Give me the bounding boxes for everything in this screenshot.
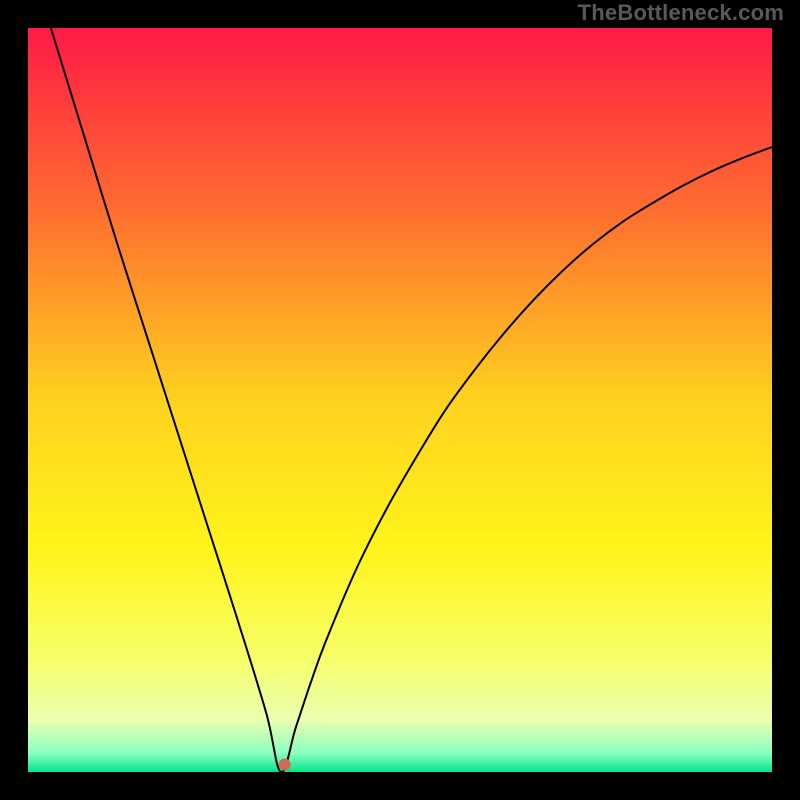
chart-svg — [28, 28, 772, 772]
gradient-background — [28, 28, 772, 772]
attribution-label: TheBottleneck.com — [578, 0, 784, 26]
plot-area — [28, 28, 772, 772]
optimum-marker — [279, 759, 291, 771]
chart-frame: TheBottleneck.com — [0, 0, 800, 800]
